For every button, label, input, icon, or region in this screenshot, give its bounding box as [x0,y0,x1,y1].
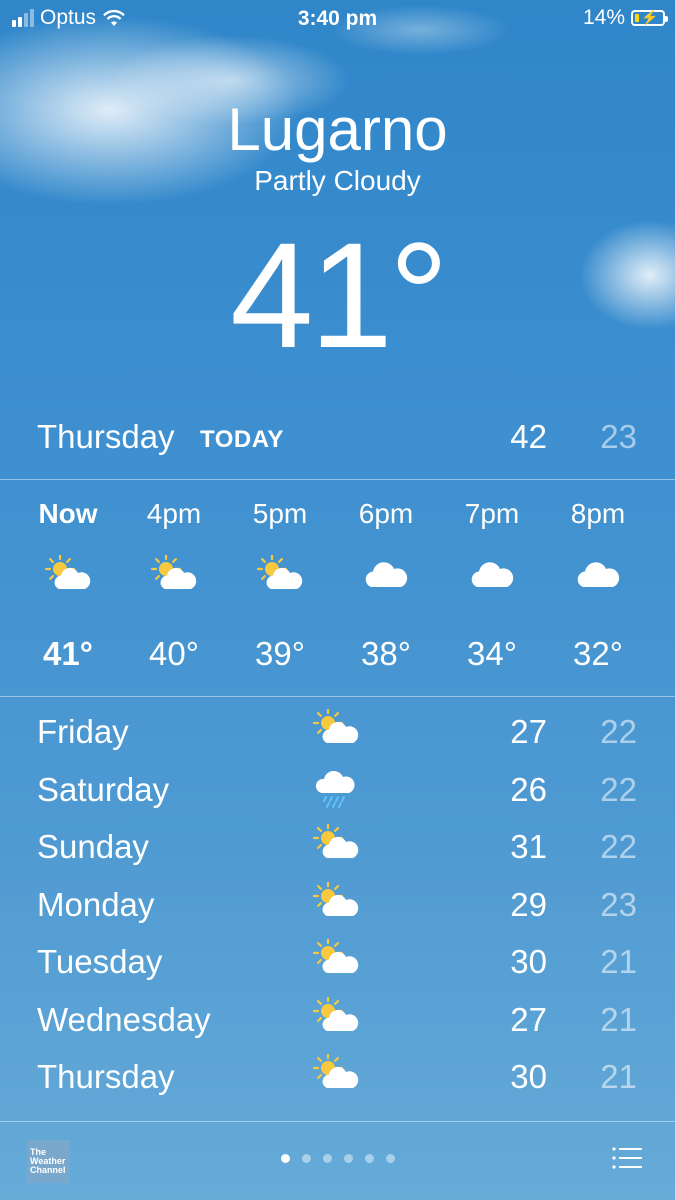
location-list-icon[interactable] [612,1146,642,1170]
day-name: Wednesday [37,1000,211,1038]
today-low: 23 [600,418,637,455]
partly-cloudy-icon [44,553,92,600]
hourly-item: Now 41° [15,480,121,695]
page-dot[interactable] [343,1154,353,1163]
hour-time: 4pm [146,498,202,529]
day-name: Tuesday [37,943,163,980]
day-high: 31 [510,828,547,865]
today-label: TODAY [200,426,284,453]
day-name: Thursday [37,1058,175,1095]
day-low: 22 [600,713,637,750]
partly-cloudy-icon [312,707,360,754]
battery-charging-icon: ⚡ [631,9,668,26]
partly-cloudy-icon [150,553,198,600]
day-high: 29 [510,885,547,923]
day-name: Saturday [37,770,170,808]
partly-cloudy-icon [312,937,360,984]
hour-temperature: 32° [573,635,623,672]
hour-temperature: 39° [255,635,305,672]
day-high: 30 [510,943,547,980]
day-high: 27 [510,1000,547,1038]
today-day: Thursday [37,418,175,455]
day-low: 23 [600,885,637,923]
partly-cloudy-icon [312,1052,360,1099]
partly-cloudy-icon [312,880,360,927]
page-dot[interactable] [280,1154,290,1163]
partly-cloudy-icon [256,553,304,600]
page-dot[interactable] [364,1154,374,1163]
daily-row: Monday 29 23 [0,876,675,934]
day-name: Monday [37,885,155,923]
hour-temperature: 40° [149,635,199,672]
page-dot[interactable] [385,1154,395,1163]
hourly-item: 8pm 32° [545,480,651,695]
today-high: 42 [510,418,547,455]
page-dot[interactable] [322,1154,332,1163]
daily-row: Wednesday 27 21 [0,991,675,1049]
hour-temperature: 34° [467,635,517,672]
daily-row: Thursday 30 21 [0,1048,675,1106]
day-name: Friday [37,713,129,750]
hourly-forecast[interactable]: Now 41° 4pm 40° 5pm 39° 6pm 38° 7pm 34° 8pm 32° [0,480,675,695]
status-time: 3:40 pm [297,7,378,30]
hourly-item: 6pm 38° [333,480,439,695]
day-low: 21 [600,1058,637,1095]
current-temperature: 41° [230,211,449,379]
hour-time: 8pm [570,498,626,529]
city-name: Lugarno [227,96,448,163]
day-low: 22 [600,828,637,865]
hour-time: 7pm [464,498,520,529]
day-low: 22 [600,770,637,808]
day-low: 21 [600,943,637,980]
hour-time: 6pm [358,498,414,529]
page-dot[interactable] [301,1154,311,1163]
daily-row: Sunday 31 22 [0,818,675,876]
hour-time: 5pm [252,498,308,529]
battery-percent: 14% [582,6,625,29]
day-high: 26 [510,770,547,808]
partly-cloudy-icon [312,995,360,1042]
hour-temperature: 38° [361,635,411,672]
today-summary: Thursday TODAY 42 23 [0,410,675,465]
hourly-item: 7pm 34° [439,480,545,695]
hourly-item: 5pm 39° [227,480,333,695]
bottom-bar: The Weather Channel [0,1122,675,1200]
hour-time: Now [38,498,98,529]
page-indicator[interactable] [0,1154,675,1163]
status-bar: Optus 3:40 pm 14% ⚡ [0,0,675,38]
partly-cloudy-icon [312,822,360,869]
day-name: Sunday [37,828,149,865]
current-condition: Partly Cloudy [254,165,421,196]
day-high: 27 [510,713,547,750]
hour-temperature: 41° [43,635,93,672]
day-high: 30 [510,1058,547,1095]
daily-row: Friday 27 22 [0,703,675,761]
cloud-icon [362,555,410,600]
divider [0,696,675,697]
rain-icon [312,767,360,816]
cloud-icon [574,555,622,600]
cloud-icon [468,555,516,600]
day-low: 21 [600,1000,637,1038]
daily-row: Tuesday 30 21 [0,933,675,991]
hourly-item: 4pm 40° [121,480,227,695]
daily-row: Saturday 26 22 [0,761,675,819]
